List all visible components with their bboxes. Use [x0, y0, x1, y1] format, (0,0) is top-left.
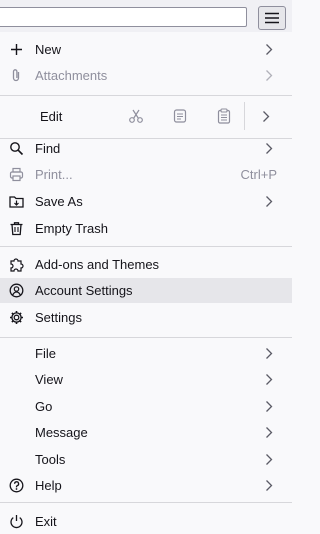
plus-icon — [9, 42, 24, 57]
menu-item-file[interactable]: File — [0, 341, 292, 366]
menu-item-account-settings[interactable]: Account Settings — [0, 278, 292, 303]
paperclip-icon — [9, 68, 24, 83]
menu-item-print[interactable]: Print... Ctrl+P — [0, 162, 292, 187]
menu-item-label: Attachments — [35, 68, 108, 83]
menu-item-label: Tools — [35, 452, 66, 467]
printer-icon — [9, 167, 24, 182]
magnifier-icon — [9, 141, 24, 156]
chevron-right-icon — [265, 479, 273, 492]
menu-item-exit[interactable]: Exit — [0, 509, 292, 534]
chevron-right-icon — [265, 69, 273, 82]
menu-item-label: Empty Trash — [35, 221, 108, 236]
menu-item-label: View — [35, 372, 63, 387]
separator — [0, 337, 292, 338]
search-input[interactable] — [0, 7, 247, 27]
menu-item-label: Account Settings — [35, 283, 133, 298]
separator — [0, 246, 292, 247]
menu-item-label: Help — [35, 478, 62, 493]
menu-item-label: Go — [35, 399, 53, 414]
menu-item-save-as[interactable]: Save As — [0, 189, 292, 214]
paste-icon[interactable] — [216, 108, 232, 124]
chevron-right-icon — [265, 195, 273, 208]
menu-item-message[interactable]: Message — [0, 420, 292, 445]
menu-item-label: Exit — [35, 514, 57, 529]
app-menu-panel: New Attachments Edit Find Print... Ctrl+… — [0, 32, 292, 534]
puzzle-icon — [9, 257, 24, 272]
shortcut-label: Ctrl+P — [240, 167, 277, 182]
chevron-right-icon — [265, 400, 273, 413]
separator — [0, 502, 292, 503]
edit-divider — [244, 102, 245, 130]
menu-item-attachments[interactable]: Attachments — [0, 63, 292, 88]
help-icon — [9, 478, 24, 493]
menu-item-empty-trash[interactable]: Empty Trash — [0, 216, 292, 241]
chevron-right-icon — [265, 426, 273, 439]
chevron-right-icon — [265, 453, 273, 466]
menu-item-settings[interactable]: Settings — [0, 305, 292, 330]
copy-icon[interactable] — [172, 108, 188, 124]
chevron-right-icon — [265, 347, 273, 360]
hamburger-icon — [265, 12, 279, 24]
app-menu-button[interactable] — [258, 6, 286, 30]
edit-row: Edit — [0, 99, 292, 134]
menu-item-find[interactable]: Find — [0, 136, 292, 161]
menu-item-new[interactable]: New — [0, 37, 292, 62]
chevron-right-icon — [265, 43, 273, 56]
menu-item-label: Settings — [35, 310, 82, 325]
menu-item-label: Add-ons and Themes — [35, 257, 160, 272]
power-icon — [9, 514, 24, 529]
toolbar — [0, 0, 292, 32]
scissors-icon[interactable] — [128, 108, 144, 124]
menu-item-help[interactable]: Help — [0, 473, 292, 498]
chevron-right-icon — [265, 373, 273, 386]
chevron-right-icon — [265, 142, 273, 155]
trash-icon — [9, 221, 24, 236]
menu-item-label: Print... — [35, 167, 73, 182]
menu-item-go[interactable]: Go — [0, 394, 292, 419]
menu-item-label: File — [35, 346, 56, 361]
chevron-right-icon[interactable] — [262, 110, 270, 123]
gear-icon — [9, 310, 24, 325]
menu-item-label: New — [35, 42, 62, 57]
folder-save-icon — [9, 194, 24, 209]
menu-item-view[interactable]: View — [0, 367, 292, 392]
separator — [0, 95, 292, 96]
menu-item-label: Save As — [35, 194, 83, 209]
account-icon — [9, 283, 24, 298]
menu-item-addons-themes[interactable]: Add-ons and Themes — [0, 252, 292, 277]
menu-item-tools[interactable]: Tools — [0, 447, 292, 472]
menu-item-label: Find — [35, 141, 61, 156]
menu-item-label: Message — [35, 425, 88, 440]
edit-label: Edit — [40, 109, 63, 124]
